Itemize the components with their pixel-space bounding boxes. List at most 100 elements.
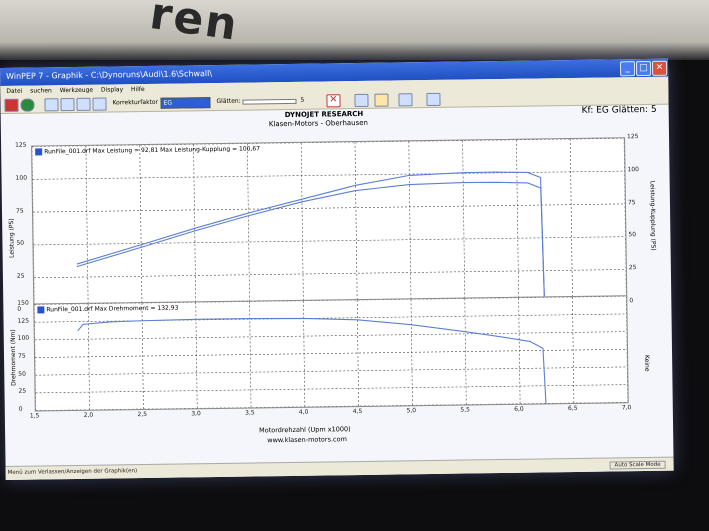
grid-line-h — [33, 269, 626, 279]
power-chart-canvas — [32, 138, 627, 311]
globe-icon[interactable] — [20, 98, 35, 112]
y-tick-label-right: 125 — [626, 133, 639, 141]
torque-ylabel-right: Keine — [643, 354, 651, 372]
x-tick-label: 3,0 — [191, 410, 201, 418]
y-tick-label-right: 100 — [627, 165, 639, 174]
grid-line-v — [569, 139, 573, 304]
power-ylabel-right: Leistung-Kupplung (PS) — [648, 180, 657, 251]
y-tick-label-right: 75 — [627, 198, 636, 206]
grid-line-v — [139, 145, 143, 310]
grid-line-h — [35, 384, 628, 394]
print-icon[interactable] — [374, 93, 389, 107]
maximize-button[interactable]: □ — [635, 60, 652, 77]
open-file-icon[interactable] — [4, 98, 19, 112]
y-tick-label: 25 — [18, 387, 27, 396]
x-tick-label: 4,5 — [352, 407, 363, 416]
status-bar: Menü zum Verlassen/Anzeigen der Graphik(… — [5, 456, 674, 480]
grid-line-h — [35, 366, 628, 376]
x-tick-label: 3,5 — [245, 409, 255, 417]
grid-line-v — [85, 145, 89, 310]
menu-display[interactable]: Display — [101, 86, 123, 93]
y-tick-label: 150 — [17, 299, 29, 307]
y-tick-label-right: 0 — [629, 297, 634, 305]
torque-ylabel: Drehmoment (Nm) — [9, 329, 18, 386]
grid-line-h — [33, 203, 625, 213]
graph-icon[interactable] — [44, 98, 59, 112]
menu-werkzeuge[interactable]: Werkzeuge — [60, 87, 93, 94]
torque-chart: RunFile_001.drf Max Drehmoment = 132,93 — [33, 295, 629, 412]
cursor-icon[interactable] — [426, 92, 441, 107]
menu-hilfe[interactable]: Hilfe — [131, 86, 145, 93]
grid-line-v — [625, 296, 628, 403]
y-tick-label: 125 — [15, 141, 27, 149]
menu-datei[interactable]: Datei — [6, 88, 22, 95]
delete-run-icon[interactable]: ✕ — [326, 94, 341, 108]
wall-sign: ren — [146, 0, 242, 51]
close-button[interactable]: ✕ — [651, 60, 668, 76]
y-tick-label: 25 — [16, 272, 25, 280]
x-tick-label: 2,0 — [83, 411, 94, 419]
correction-factor-select[interactable]: EG — [160, 97, 211, 109]
y-tick-label: 75 — [17, 352, 26, 360]
x-axis-label: Motordrehzahl (Upm x1000) — [259, 425, 351, 435]
x-tick-label: 5,5 — [460, 406, 470, 414]
y-tick-label: 50 — [18, 370, 26, 378]
grid-line-v — [464, 298, 467, 405]
shop-subtitle: Klasen-Motors - Oberhausen — [268, 118, 369, 129]
power-ylabel: Leistung (PS) — [8, 218, 16, 258]
grid-line-v — [32, 146, 35, 311]
x-tick-label: 4,0 — [298, 408, 309, 416]
legend-swatch — [37, 306, 45, 314]
y-tick-label: 100 — [15, 174, 28, 182]
y-tick-label: 125 — [17, 317, 30, 325]
company-title: DYNOJET RESEARCH — [284, 109, 364, 120]
kf-summary: Kf: EG Glätten: 5 — [581, 104, 657, 116]
grid-line-v — [462, 140, 466, 305]
correction-factor-label: Korrekturfaktor — [112, 98, 159, 107]
auto-scale-mode[interactable]: Auto Scale Mode — [609, 460, 666, 470]
y-tick-label: 50 — [16, 240, 25, 248]
y-tick-label: 100 — [17, 334, 30, 343]
torque-chart-canvas — [34, 296, 628, 411]
series-line-leistung — [76, 181, 546, 304]
grid-line-v — [193, 144, 197, 309]
graph-hp-icon[interactable] — [60, 97, 75, 112]
legend-swatch — [35, 148, 43, 156]
smoothing-slider[interactable] — [242, 98, 297, 105]
grid-line-h — [35, 348, 627, 358]
grid-line-h — [32, 138, 625, 147]
x-tick-label: 1,5 — [29, 412, 40, 420]
smoothing-value: 5 — [300, 96, 305, 104]
grid-line-v — [623, 138, 627, 303]
x-tick-label: 6,0 — [514, 405, 524, 413]
power-chart: RunFile_001.drf Max Leistung = 92,81 Max… — [31, 137, 628, 312]
grid-line-v — [516, 139, 520, 304]
y-tick-label-right: 50 — [628, 231, 637, 239]
grid-line-v — [408, 141, 412, 306]
background-wall: ren — [0, 0, 709, 60]
graph-table-icon[interactable] — [76, 97, 91, 111]
grid-line-h — [35, 401, 628, 411]
grid-line-v — [247, 143, 250, 308]
y-tick-label: 0 — [17, 305, 22, 313]
grid-line-v — [300, 142, 304, 307]
grid-line-v — [356, 300, 359, 407]
series-line-leistung-kupplung — [76, 171, 546, 304]
export-icon[interactable] — [398, 93, 413, 107]
zoom-icon[interactable] — [354, 93, 369, 108]
minimize-button[interactable]: _ — [619, 61, 636, 77]
x-tick-label: 6,5 — [567, 404, 578, 413]
x-tick-label: 2,5 — [137, 410, 148, 419]
smoothing-label: Glätten: — [216, 97, 241, 105]
monitor-screen: WinPEP 7 - Graphik - C:\Dynoruns\Audi\1.… — [0, 58, 674, 480]
y-tick-label: 0 — [18, 405, 23, 413]
x-tick-label: 5,0 — [406, 407, 417, 415]
status-hint: Menü zum Verlassen/Anzeigen der Graphik(… — [7, 468, 138, 476]
grid-line-v — [354, 142, 358, 307]
graph-compare-icon[interactable] — [92, 97, 107, 111]
y-tick-label-right: 25 — [628, 264, 637, 272]
menu-suchen[interactable]: suchen — [30, 87, 52, 94]
series-line-drehmoment — [77, 317, 547, 404]
grid-line-v — [249, 301, 252, 408]
grid-line-h — [33, 236, 626, 246]
